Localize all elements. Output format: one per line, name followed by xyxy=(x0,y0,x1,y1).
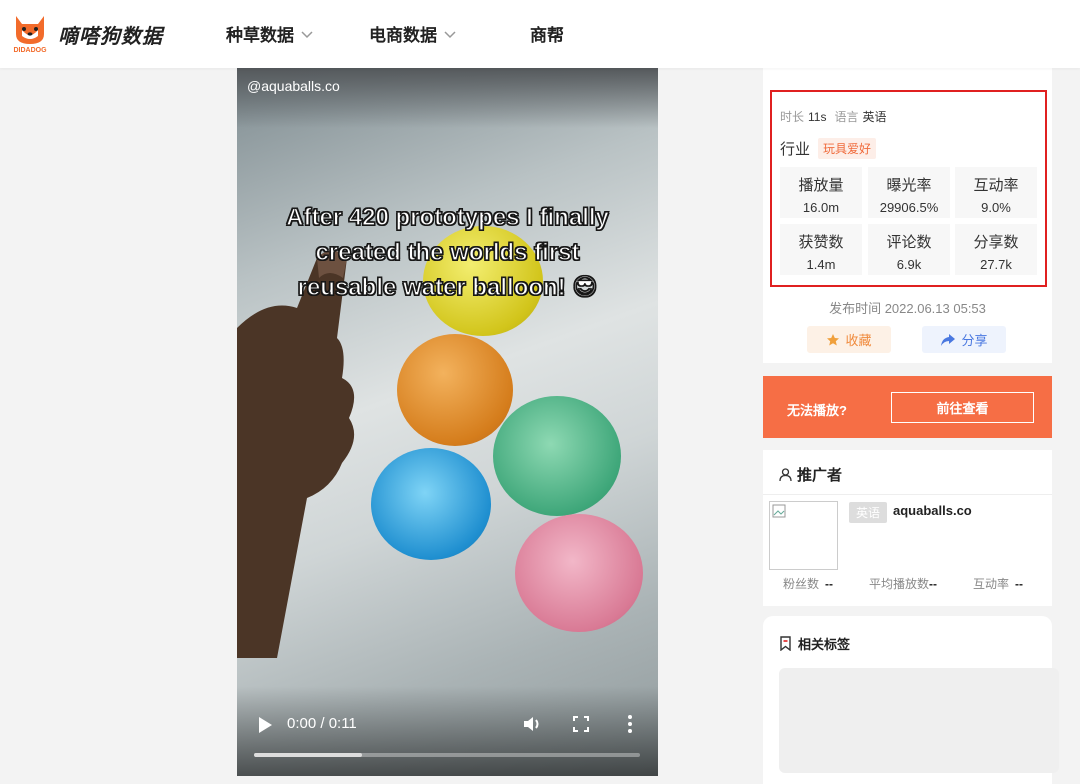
meta-line: 时长 11s 语言 英语 xyxy=(780,108,895,125)
caption-line: After 420 prototypes I finally xyxy=(286,203,610,231)
avg-plays-label: 平均播放数 xyxy=(869,577,930,591)
video-top-shade xyxy=(237,68,658,128)
logo-text: DIDADOG xyxy=(13,47,47,54)
stat-label: 互动率 xyxy=(973,177,1019,194)
broken-image-icon xyxy=(772,504,786,518)
pink-ball-image xyxy=(515,514,643,632)
share-button[interactable]: 分享 xyxy=(922,326,1006,353)
stat-cell-likes: 获赞数 1.4m xyxy=(780,224,862,275)
stat-value: 1.4m xyxy=(806,257,836,272)
video-player[interactable]: After 420 prototypes I finally created t… xyxy=(237,68,658,776)
engagement-value: -- xyxy=(1015,577,1024,591)
promoter-title-text: 推广者 xyxy=(797,467,843,484)
divider xyxy=(763,494,1052,495)
engagement-label: 互动率 xyxy=(973,577,1010,591)
nav-label: 种草数据 xyxy=(226,26,294,45)
caption-line: reusable water balloon! 😎 xyxy=(297,273,598,301)
video-handle: @aquaballs.co xyxy=(247,78,340,94)
promoter-avatar[interactable] xyxy=(769,501,838,570)
stat-value: 29906.5% xyxy=(879,200,939,215)
share-label: 分享 xyxy=(961,333,988,348)
stat-value: 16.0m xyxy=(802,200,840,215)
stat-value: 9.0% xyxy=(981,200,1011,215)
related-tags-title-text: 相关标签 xyxy=(798,637,851,652)
promoter-engagement: 互动率 -- xyxy=(973,575,1023,592)
promoter-title: 推广者 xyxy=(779,464,842,485)
cannot-play-banner: 无法播放? 前往查看 xyxy=(763,376,1052,438)
language-label: 语言 xyxy=(834,110,859,124)
avg-plays-value: -- xyxy=(929,577,938,591)
green-ball-image xyxy=(493,396,621,516)
stat-label: 获赞数 xyxy=(798,234,844,251)
volume-icon[interactable] xyxy=(523,715,543,733)
industry-label: 行业 xyxy=(780,141,811,158)
language-value: 英语 xyxy=(862,110,887,124)
nav-shangbang[interactable]: 商帮 xyxy=(530,21,564,46)
nav-ecommerce-data[interactable]: 电商数据 xyxy=(369,21,457,46)
stat-value: 6.9k xyxy=(896,257,922,272)
video-time: 0:00 / 0:11 xyxy=(287,715,357,732)
stat-value: 27.7k xyxy=(980,257,1012,272)
star-icon xyxy=(827,333,840,345)
top-header: DIDADOG 嘀嗒狗数据 种草数据 电商数据 商帮 xyxy=(0,0,1080,68)
user-icon xyxy=(779,467,792,481)
stat-cell-plays: 播放量 16.0m xyxy=(780,167,862,218)
promoter-avg-plays: 平均播放数-- xyxy=(869,575,937,592)
go-view-button[interactable]: 前往查看 xyxy=(891,392,1034,423)
stat-cell-shares: 分享数 27.7k xyxy=(955,224,1037,275)
stat-label: 播放量 xyxy=(798,177,844,194)
video-controls: 0:00 / 0:11 xyxy=(237,686,658,776)
didadog-logo-icon[interactable]: DIDADOG xyxy=(10,10,50,54)
related-tags-card: 相关标签 xyxy=(763,616,1059,784)
stat-label: 分享数 xyxy=(973,234,1019,251)
related-tags-title: 相关标签 xyxy=(779,634,850,653)
bookmark-icon xyxy=(780,636,791,651)
related-tags-area xyxy=(779,668,1059,773)
chevron-down-icon xyxy=(301,30,313,38)
video-progress-bar[interactable] xyxy=(254,753,640,757)
promoter-language-tag: 英语 xyxy=(849,502,888,523)
orange-ball-image xyxy=(397,334,513,446)
nav-seeding-data[interactable]: 种草数据 xyxy=(226,21,314,46)
fans-value: -- xyxy=(825,577,834,591)
stat-cell-engagement: 互动率 9.0% xyxy=(955,167,1037,218)
cannot-play-text: 无法播放? xyxy=(787,403,847,418)
duration-label: 时长 xyxy=(780,110,805,124)
stat-cell-exposure: 曝光率 29906.5% xyxy=(868,167,950,218)
duration-value: 11s xyxy=(808,110,827,124)
stat-label: 曝光率 xyxy=(886,177,932,194)
progress-fill xyxy=(254,753,363,757)
video-stats-box: 时长 11s 语言 英语 行业 玩具爱好 播放量 16.0m 曝光率 29906.5% 互… xyxy=(770,90,1047,287)
more-options-icon[interactable] xyxy=(627,714,633,734)
industry-row: 行业 玩具爱好 xyxy=(780,138,877,159)
video-caption: After 420 prototypes I finally created t… xyxy=(237,200,658,305)
nav-label: 电商数据 xyxy=(369,26,437,45)
blue-ball-image xyxy=(371,448,491,560)
favorite-label: 收藏 xyxy=(845,333,872,348)
play-icon[interactable] xyxy=(257,716,273,734)
nav-label: 商帮 xyxy=(530,26,564,45)
fans-label: 粉丝数 xyxy=(783,577,820,591)
stat-label: 评论数 xyxy=(886,234,932,251)
brand-name[interactable]: 嘀嗒狗数据 xyxy=(58,20,163,49)
industry-tag[interactable]: 玩具爱好 xyxy=(818,138,877,159)
caption-line: created the worlds first xyxy=(315,238,580,266)
promoter-card: 推广者 英语 aquaballs.co 粉丝数 -- 平均播放数-- 互动率 -- xyxy=(763,450,1052,606)
favorite-button[interactable]: 收藏 xyxy=(807,326,891,353)
chevron-down-icon xyxy=(444,30,456,38)
promoter-fans: 粉丝数 -- xyxy=(783,575,833,592)
stat-cell-comments: 评论数 6.9k xyxy=(868,224,950,275)
share-arrow-icon xyxy=(941,333,956,346)
publish-time: 发布时间 2022.06.13 05:53 xyxy=(829,301,986,316)
fullscreen-icon[interactable] xyxy=(573,716,589,732)
promoter-name[interactable]: aquaballs.co xyxy=(893,503,972,518)
